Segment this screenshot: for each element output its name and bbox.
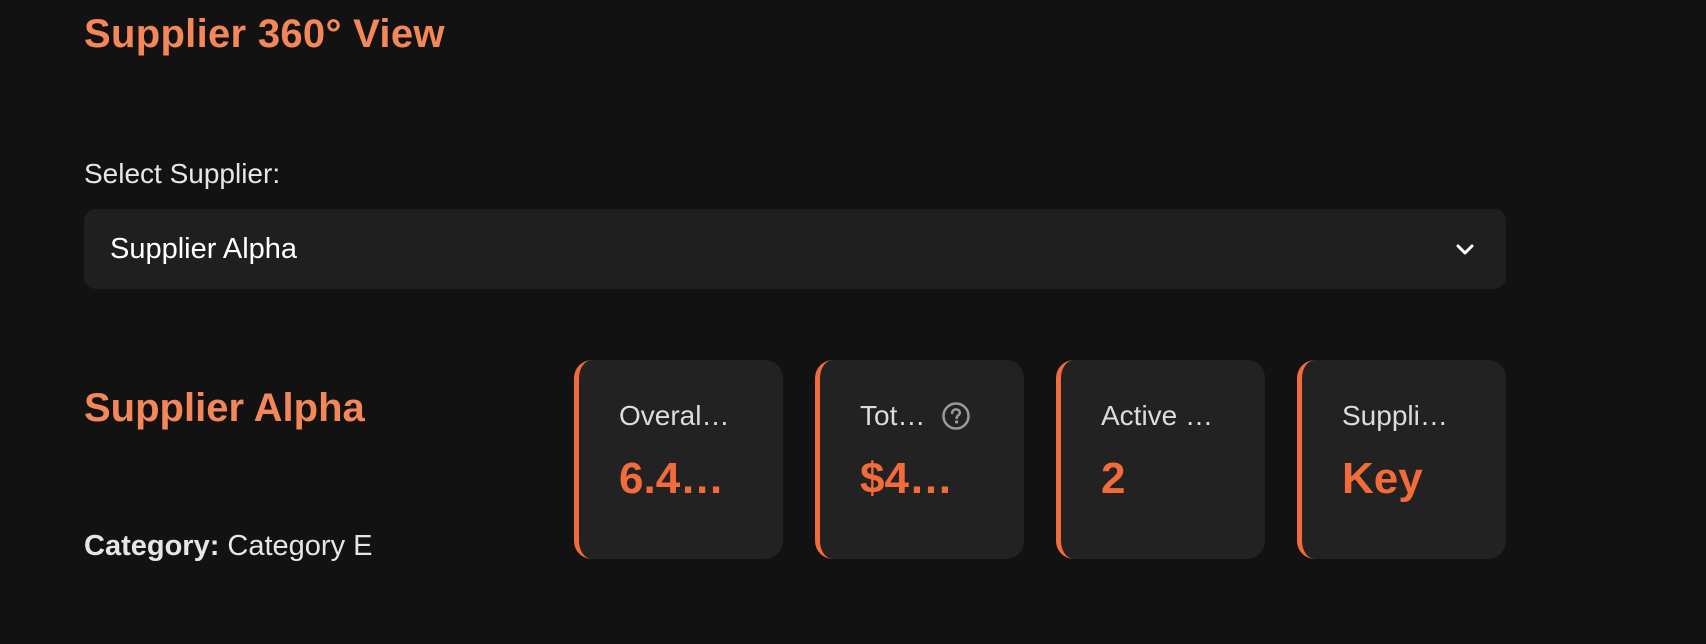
metric-label: Overal… <box>619 400 730 431</box>
metric-value: $4… <box>860 454 953 503</box>
supplier-select-value: Supplier Alpha <box>110 232 298 265</box>
supplier-category: Category: Category E <box>84 530 373 563</box>
question-circle-icon[interactable] <box>941 401 971 431</box>
category-value: Category E <box>227 530 373 562</box>
page-title: Supplier 360° View <box>84 12 445 56</box>
metric-card-active: Active … 2 <box>1056 360 1265 559</box>
metric-label: Active … <box>1101 400 1214 431</box>
metric-value: 2 <box>1101 454 1126 503</box>
chevron-down-icon[interactable] <box>1450 234 1480 264</box>
category-label: Category: <box>84 530 220 562</box>
supplier-name-heading: Supplier Alpha <box>84 386 365 430</box>
supplier-select[interactable]: Supplier Alpha <box>84 209 1506 289</box>
metric-value: Key <box>1342 454 1423 503</box>
metric-card-supplier-tier: Suppli… Key <box>1297 360 1506 559</box>
metric-label: Suppli… <box>1342 400 1448 431</box>
metric-value: 6.4… <box>619 454 725 503</box>
metric-card-overall: Overal… 6.4… <box>574 360 783 559</box>
metric-label: Tot… <box>860 400 926 431</box>
metric-card-total: Tot… $4… <box>815 360 1024 559</box>
select-supplier-label: Select Supplier: <box>84 158 281 189</box>
